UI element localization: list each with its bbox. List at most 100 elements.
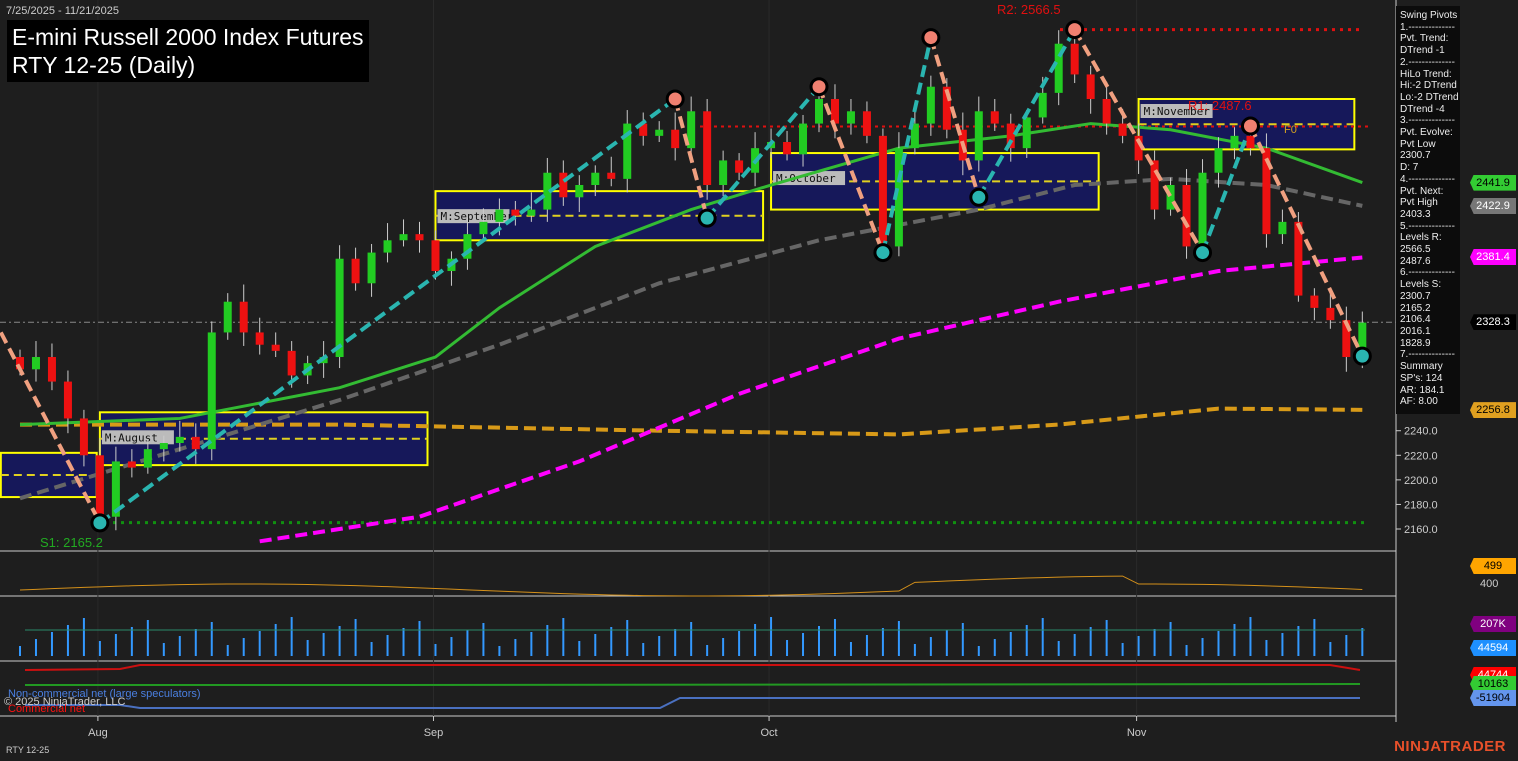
cot-noncommercial-line: [25, 697, 1360, 709]
candle-body: [335, 258, 344, 358]
candle-body: [31, 357, 40, 370]
cot-commercial-small-line: [25, 683, 1361, 686]
candle-body: [878, 135, 887, 247]
y-tick-label: 2200.0: [1404, 475, 1438, 487]
date-range: 7/25/2025 - 11/21/2025: [6, 5, 119, 17]
candle-body: [559, 172, 568, 198]
indicator-tag: -51904: [1470, 690, 1516, 706]
candle-body: [207, 332, 216, 450]
swing-panel-line: HiLo Trend:: [1400, 68, 1452, 80]
swing-panel-line: 2106.4: [1400, 314, 1431, 326]
candle-body: [1246, 135, 1255, 149]
swing-panel-line: 2300.7: [1400, 150, 1431, 162]
swing-panel-line: 2566.5: [1400, 244, 1431, 256]
s1-label: S1: 2165.2: [40, 535, 103, 550]
swing-panel-line: Hi:-2 DTrend: [1400, 80, 1457, 92]
swing-panel-line: 1.--------------: [1400, 21, 1455, 33]
swing-pivot-marker: [1240, 116, 1260, 136]
swing-panel-line: Pvt High: [1400, 197, 1438, 209]
candle-body: [367, 252, 376, 284]
candle-body: [846, 111, 855, 124]
f0-label: F0: [1284, 124, 1297, 136]
candle-body: [1326, 307, 1335, 321]
instrument-label: RTY 12-25: [6, 745, 50, 755]
candle-body: [255, 332, 264, 345]
swing-panel-line: 1828.9: [1400, 337, 1431, 349]
swing-panel-line: Levels S:: [1400, 279, 1442, 291]
candle-body: [607, 172, 616, 179]
chart-title: E-mini Russell 2000 Index Futures: [12, 24, 364, 50]
candle-body: [815, 99, 823, 124]
chart-title-box: E-mini Russell 2000 Index Futures RTY 12…: [7, 20, 369, 82]
candle-body: [175, 436, 184, 444]
swing-panel-line: 2403.3: [1400, 208, 1431, 220]
ninjatrader-logo: NINJATRADER: [1394, 738, 1506, 755]
indicator-tag: 207K: [1470, 616, 1516, 632]
indicator-tag: 44594: [1470, 640, 1516, 656]
candle-body: [47, 357, 56, 382]
candle-body: [719, 160, 728, 186]
swing-panel-line: 2165.2: [1400, 302, 1431, 314]
candle-body: [191, 436, 200, 450]
candle-body: [1118, 123, 1127, 136]
swing-pivot-marker: [873, 243, 893, 263]
candle-body: [431, 240, 440, 272]
candle-body: [1086, 74, 1095, 100]
candle-body: [990, 111, 999, 124]
copyright: © 2025 NinjaTrader, LLC: [4, 696, 126, 708]
swing-panel-line: Pvt. Evolve:: [1400, 127, 1453, 139]
candle-body: [1038, 92, 1047, 118]
swing-pivot-marker: [969, 187, 989, 207]
price-chart[interactable]: 2580.02560.02540.02520.02500.02480.02460…: [0, 0, 1518, 761]
swing-pivot-marker: [697, 208, 717, 228]
candle-body: [575, 185, 584, 198]
candle-body: [127, 461, 136, 468]
candle-body: [703, 111, 712, 186]
swing-panel-line: SP's: 124: [1400, 372, 1443, 384]
swing-pivot-marker: [665, 89, 685, 109]
swing-panel-line: 4.--------------: [1400, 173, 1455, 185]
candle-body: [1278, 221, 1287, 235]
swing-pivot-marker: [1065, 20, 1085, 40]
candle-body: [351, 258, 360, 284]
swing-panel-line: Summary: [1400, 361, 1443, 373]
swing-panel-line: DTrend -1: [1400, 45, 1445, 57]
x-tick-label: Nov: [1127, 727, 1147, 739]
candle-body: [1102, 99, 1111, 124]
price-tag: 2441.9: [1470, 174, 1516, 191]
y-tick-label: 2180.0: [1404, 499, 1438, 511]
y-tick-label: 2160.0: [1404, 524, 1438, 536]
swing-panel-line: 2300.7: [1400, 290, 1431, 302]
r1-label: R1: 2487.6: [1188, 98, 1252, 113]
candle-body: [1022, 117, 1031, 149]
candle-body: [591, 172, 600, 186]
candle-body: [1230, 135, 1239, 149]
swing-panel-line: Swing Pivots: [1400, 10, 1458, 21]
swing-panel-line: Pvt. Next:: [1400, 185, 1444, 197]
swing-panel-line: 3.--------------: [1400, 115, 1455, 127]
indicator-tag: 10163: [1470, 676, 1516, 692]
x-tick-label: Aug: [88, 727, 108, 739]
swing-pivot-marker: [809, 77, 829, 97]
r2-label: R2: 2566.5: [997, 2, 1061, 17]
chart-subtitle: RTY 12-25 (Daily): [12, 52, 196, 78]
candle-body: [1150, 160, 1159, 210]
indicator-line: [19, 575, 1363, 597]
candle-body: [862, 111, 871, 136]
indicator-tag: 499: [1470, 558, 1516, 574]
box-label: M:August: [105, 431, 158, 444]
candle-body: [1070, 43, 1079, 75]
swing-panel-line: Lo:-2 DTrend: [1400, 91, 1459, 103]
y-tick-label: 2220.0: [1404, 450, 1438, 462]
swing-pivot-marker: [921, 28, 941, 48]
candle-body: [271, 344, 280, 351]
candle-body: [495, 209, 504, 222]
candle-body: [287, 350, 296, 376]
candle-body: [511, 209, 520, 216]
candle-body: [1182, 185, 1191, 247]
y-tick-label: 2240.0: [1404, 426, 1438, 438]
candle-body: [239, 301, 248, 333]
swing-panel-line: Levels R:: [1400, 232, 1442, 244]
swing-pivots-panel: Swing Pivots 1.-------------- Pvt. Trend: D…: [1396, 6, 1460, 414]
candle-body: [799, 123, 808, 155]
